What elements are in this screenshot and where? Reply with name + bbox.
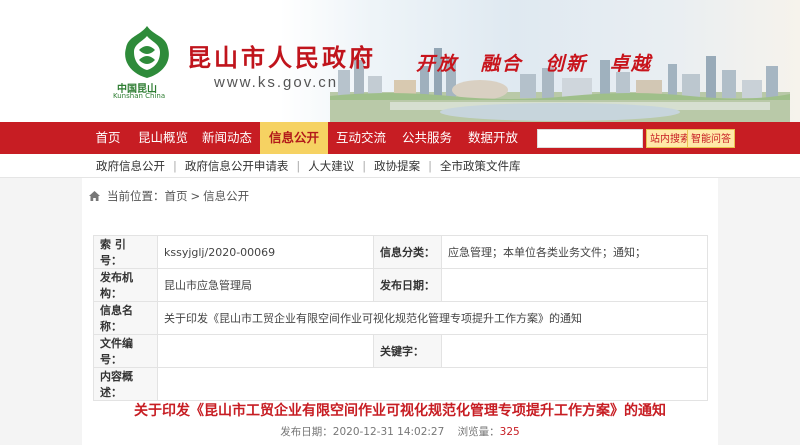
search-input[interactable] bbox=[537, 129, 643, 148]
nav-items: 首页 昆山概览 新闻动态 信息公开 互动交流 公共服务 数据开放 bbox=[84, 122, 526, 154]
info-metadata-table: 索 引 号： kssyjglj/2020-00069 信息分类： 应急管理；本单… bbox=[93, 235, 708, 401]
category-value: 应急管理；本单位各类业务文件；通知； bbox=[441, 235, 708, 269]
nav-item-open-data[interactable]: 数据开放 bbox=[460, 122, 526, 154]
subnav-item-gov-info[interactable]: 政府信息公开 bbox=[84, 154, 173, 178]
publisher-label: 发布机构： bbox=[93, 268, 158, 302]
table-row: 文件编号： 关键字： bbox=[93, 334, 708, 368]
index-value: kssyjglj/2020-00069 bbox=[157, 235, 374, 269]
nav-item-info-disclosure[interactable]: 信息公开 bbox=[260, 122, 328, 154]
subnav-item-npc-proposals[interactable]: 人大建议 bbox=[300, 154, 362, 178]
main-nav: 首页 昆山概览 新闻动态 信息公开 互动交流 公共服务 数据开放 站内搜索 智能… bbox=[0, 122, 800, 154]
views-label: 浏览量： bbox=[457, 426, 500, 438]
sub-nav: 政府信息公开 | 政府信息公开申请表 | 人大建议 | 政协提案 | 全市政策文… bbox=[0, 154, 800, 178]
keywords-label: 关键字： bbox=[373, 334, 442, 368]
subnav-item-policy-library[interactable]: 全市政策文件库 bbox=[432, 154, 529, 178]
breadcrumb: 当前位置： 首页 > 信息公开 bbox=[88, 188, 249, 204]
home-icon bbox=[89, 191, 100, 201]
subnav-item-cppcc-proposals[interactable]: 政协提案 bbox=[366, 154, 428, 178]
summary-value bbox=[157, 367, 708, 401]
site-url: www.ks.gov.cn bbox=[214, 74, 339, 91]
document-meta: 发布日期：2020-12-31 14:02:27 浏览量：325 bbox=[82, 424, 718, 439]
slogan-word: 开放 bbox=[416, 53, 459, 75]
slogan: 开放 融合 创新 卓越 bbox=[416, 49, 666, 76]
info-name-label: 信息名称： bbox=[93, 301, 158, 335]
views-count: 325 bbox=[499, 426, 520, 438]
city-skyline-image bbox=[330, 48, 790, 122]
breadcrumb-separator: > bbox=[190, 189, 201, 203]
document-date-value: 2020-12-31 14:02:27 bbox=[332, 426, 445, 438]
slogan-word: 融合 bbox=[480, 53, 523, 75]
index-label: 索 引 号： bbox=[93, 235, 158, 269]
nav-item-news[interactable]: 新闻动态 bbox=[194, 122, 260, 154]
doc-number-label: 文件编号： bbox=[93, 334, 158, 368]
breadcrumb-current-link[interactable]: 信息公开 bbox=[203, 188, 249, 204]
smart-qa-button[interactable]: 智能问答 bbox=[687, 129, 735, 148]
main-content: 当前位置： 首页 > 信息公开 索 引 号： kssyjglj/2020-000… bbox=[82, 178, 718, 445]
publish-date-label: 发布日期： bbox=[373, 268, 442, 302]
nav-item-interaction[interactable]: 互动交流 bbox=[328, 122, 394, 154]
document-date-label: 发布日期： bbox=[280, 426, 333, 438]
subnav-item-application-form[interactable]: 政府信息公开申请表 bbox=[177, 154, 297, 178]
document-title: 关于印发《昆山市工贸企业有限空间作业可视化规范化管理专项提升工作方案》的通知 bbox=[134, 403, 666, 419]
breadcrumb-home-link[interactable]: 首页 bbox=[165, 188, 188, 204]
nav-item-home[interactable]: 首页 bbox=[84, 122, 132, 154]
nav-item-overview[interactable]: 昆山概览 bbox=[132, 122, 194, 154]
category-label: 信息分类： bbox=[373, 235, 442, 269]
doc-number-value bbox=[157, 334, 374, 368]
table-row: 内容概述： bbox=[93, 367, 708, 401]
summary-label: 内容概述： bbox=[93, 367, 158, 401]
table-row: 信息名称： 关于印发《昆山市工贸企业有限空间作业可视化规范化管理专项提升工作方案… bbox=[93, 301, 708, 335]
info-name-value: 关于印发《昆山市工贸企业有限空间作业可视化规范化管理专项提升工作方案》的通知 bbox=[157, 301, 708, 335]
breadcrumb-prefix: 当前位置： bbox=[107, 189, 165, 203]
site-title: 昆山市人民政府 bbox=[187, 44, 376, 72]
table-row: 发布机构： 昆山市应急管理局 发布日期： bbox=[93, 268, 708, 302]
slogan-word: 创新 bbox=[545, 53, 588, 75]
keywords-value bbox=[441, 334, 708, 368]
slogan-word: 卓越 bbox=[609, 53, 652, 75]
table-row: 索 引 号： kssyjglj/2020-00069 信息分类： 应急管理；本单… bbox=[93, 235, 708, 269]
nav-item-public-service[interactable]: 公共服务 bbox=[394, 122, 460, 154]
sub-nav-items: 政府信息公开 | 政府信息公开申请表 | 人大建议 | 政协提案 | 全市政策文… bbox=[84, 154, 529, 178]
logo-caption-english: Kunshan China bbox=[113, 92, 166, 100]
publish-date-value bbox=[441, 268, 708, 302]
site-banner: 中国昆山 Kunshan China 昆山市人民政府 www.ks.gov.cn… bbox=[0, 0, 800, 122]
publisher-value: 昆山市应急管理局 bbox=[157, 268, 374, 302]
